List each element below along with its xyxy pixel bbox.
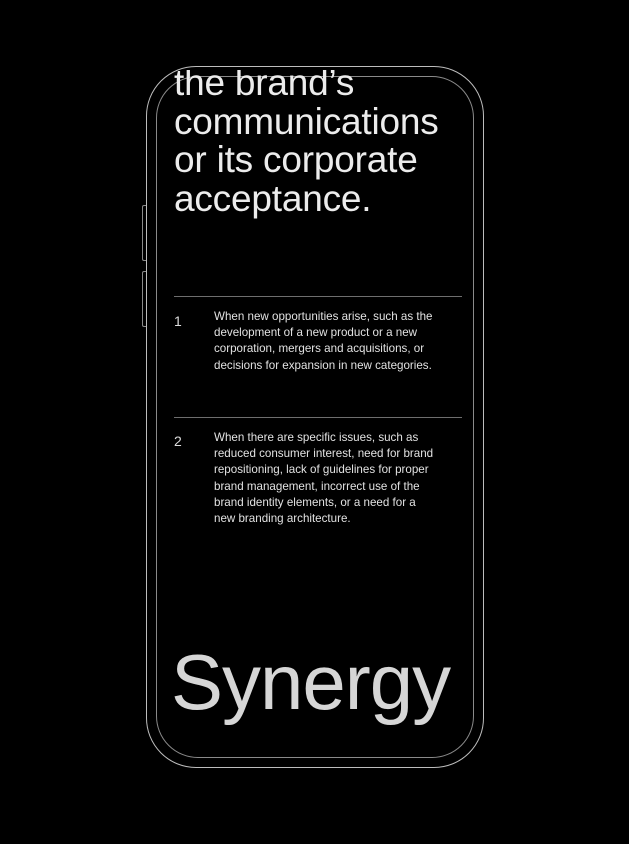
headline-line: communications	[174, 100, 439, 142]
headline-line: acceptance.	[174, 177, 372, 219]
volume-up-button	[142, 205, 146, 261]
headline-line: or its corporate	[174, 139, 418, 180]
item-line: development of a new product or a new	[214, 326, 418, 340]
divider	[174, 296, 462, 297]
item-line: corporation, mergers and acquisitions, o…	[214, 342, 425, 356]
item-description: When new opportunities arise, such as th…	[214, 309, 464, 374]
headline: the brand’s communications or its corpor…	[174, 70, 473, 218]
item-line: decisions for expansion in new categorie…	[214, 358, 432, 372]
synergy-wordmark: Synergy	[171, 638, 451, 726]
item-line: repositioning, lack of guidelines for pr…	[214, 463, 429, 477]
headline-line: the brand’s	[174, 70, 355, 103]
item-description: When there are specific issues, such as …	[214, 430, 464, 527]
item-line: brand management, incorrect use of the	[214, 479, 420, 493]
divider	[174, 417, 462, 418]
phone-screen[interactable]: the brand’s communications or its corpor…	[157, 70, 473, 756]
item-number: 2	[174, 433, 182, 449]
volume-down-button	[142, 271, 146, 327]
item-line: new branding architecture.	[214, 512, 351, 526]
item-line: brand identity elements, or a need for a	[214, 495, 416, 509]
item-line: When new opportunities arise, such as th…	[214, 310, 433, 323]
item-number: 1	[174, 313, 182, 329]
item-line: When there are specific issues, such as	[214, 431, 419, 444]
item-line: reduced consumer interest, need for bran…	[214, 447, 434, 461]
